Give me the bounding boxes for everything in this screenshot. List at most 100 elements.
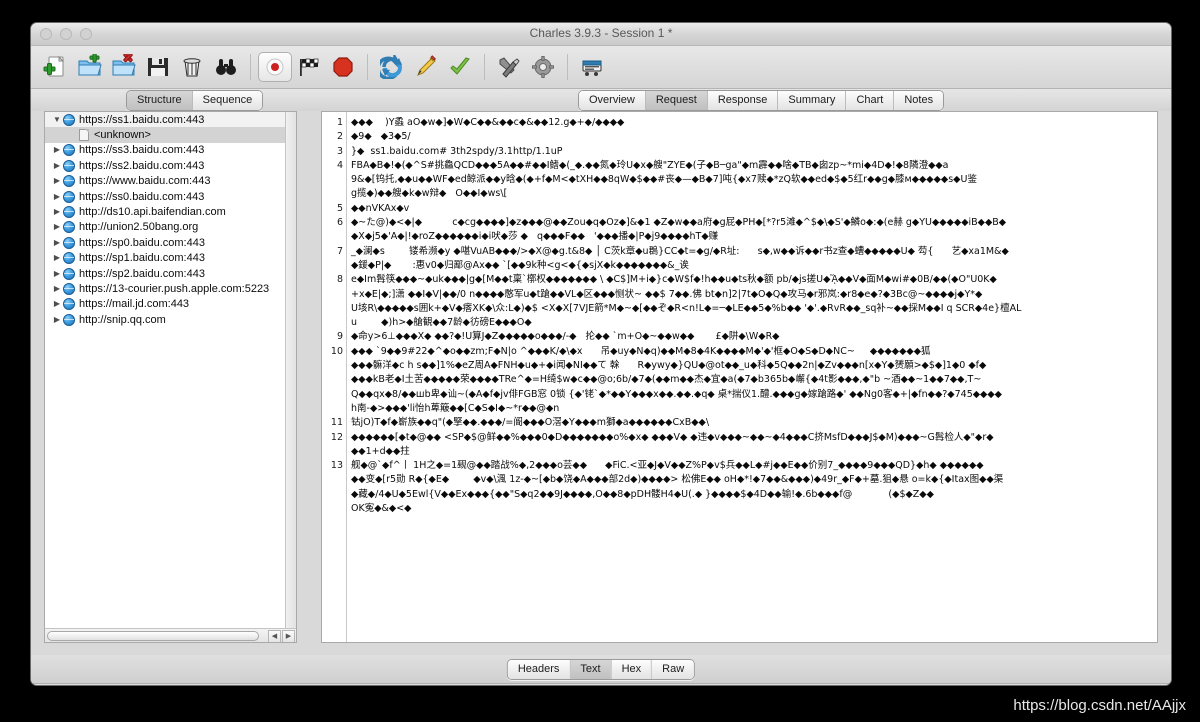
code-line: Q◆◆qx◆8/◆◆шb卑◆讪~(◆A◆f◆jv俳FGB窓 0锁 {◆'铑`◆*… <box>351 388 1157 402</box>
tools-icon[interactable] <box>492 50 526 84</box>
chevron-right-icon[interactable]: ▶ <box>51 193 63 201</box>
view-mode-bar: Headers Text Hex Raw <box>31 655 1171 683</box>
tab-structure[interactable]: Structure <box>127 91 193 110</box>
line-number: 4 <box>322 159 343 173</box>
tree-row[interactable]: ▶https://ss2.baidu.com:443 <box>45 158 285 173</box>
code-line: 9&◆[钨托,◆◆u◆◆WF◆ed鲸派◆◆y晗◆(◆+f◆M<◆tXH◆◆8qW… <box>351 173 1157 187</box>
globe-icon <box>63 114 75 126</box>
tab-request[interactable]: Request <box>646 91 708 110</box>
code-line: ◆◆◆ `9◆◆9#22◆^◆o◆◆zm;F◆N|o ^◆◆◆K/◆\◆x 吊◆… <box>351 345 1157 359</box>
globe-icon <box>63 237 75 249</box>
session-tree[interactable]: ▼https://ss1.baidu.com:443<unknown>▶http… <box>45 112 285 628</box>
repeat-icon[interactable] <box>375 50 409 84</box>
throttle-icon[interactable] <box>292 50 326 84</box>
code-line: ◆X◆j5◆'A◆|!◆roZ◆◆◆◆◆◆i◆i吠◆莎 ◆ q◆◆◆F◆◆ '◆… <box>351 230 1157 244</box>
tree-item-label: https://sp0.baidu.com:443 <box>79 237 205 249</box>
line-number: 1 <box>322 116 343 130</box>
line-number-gutter: 12345678910111213 <box>322 112 347 642</box>
code-line: ◆◆变◆[r5勋 R◆{◆E◆ ◆v◆\渢 1z-◆~[◆b◆饶◆A◆◆◆部2d… <box>351 473 1157 487</box>
line-number <box>322 373 343 387</box>
line-number: 7 <box>322 245 343 259</box>
tree-row[interactable]: ▶https://sp1.baidu.com:443 <box>45 251 285 266</box>
window-titlebar: Charles 3.9.3 - Session 1 * <box>31 23 1171 46</box>
chevron-right-icon[interactable]: ▶ <box>51 270 63 278</box>
stop-icon[interactable] <box>326 50 360 84</box>
chevron-right-icon[interactable]: ▶ <box>51 285 63 293</box>
tab-hex[interactable]: Hex <box>612 660 653 679</box>
tree-item-label: https://ss3.baidu.com:443 <box>79 144 204 156</box>
line-number: 3 <box>322 145 343 159</box>
tab-response[interactable]: Response <box>708 91 779 110</box>
tree-row[interactable]: ▶ https://sp0.baidu.com:443 <box>45 235 285 250</box>
line-number: 5 <box>322 202 343 216</box>
chevron-right-icon[interactable]: ▶ <box>51 208 63 216</box>
open-session-icon[interactable] <box>73 50 107 84</box>
tree-row[interactable]: ▶https://ss0.baidu.com:443 <box>45 189 285 204</box>
chevron-right-icon[interactable]: ▶ <box>51 223 63 231</box>
code-line: _◆澜◆s 镂希濒◆y ◆啿VuAB◆◆◆/>◆X@◆g.t&8◆ │ C茨k章… <box>351 245 1157 259</box>
globe-icon <box>63 283 75 295</box>
chevron-down-icon[interactable]: ▼ <box>51 116 63 124</box>
clear-session-icon[interactable] <box>175 50 209 84</box>
chevron-right-icon[interactable]: ▶ <box>51 239 63 247</box>
tree-vertical-scrollbar[interactable] <box>285 112 296 628</box>
toolbar-separator-2 <box>367 54 368 80</box>
chevron-right-icon[interactable]: ▶ <box>51 254 63 262</box>
tab-summary[interactable]: Summary <box>778 91 846 110</box>
line-number <box>322 302 343 316</box>
tree-item-label: <unknown> <box>94 129 151 141</box>
tab-raw[interactable]: Raw <box>652 660 694 679</box>
tree-hscroll-right-arrow[interactable]: ▶ <box>282 630 295 643</box>
tree-row[interactable]: ▶https://sp2.baidu.com:443 <box>45 266 285 281</box>
tree-hscroll-thumb[interactable] <box>47 631 259 641</box>
tree-row[interactable]: ▶http://ds10.api.baifendian.com <box>45 204 285 219</box>
code-line: OK寃◆&◆<◆ <box>351 502 1157 516</box>
toolbar-separator-3 <box>484 54 485 80</box>
tab-notes[interactable]: Notes <box>894 91 943 110</box>
settings-icon[interactable] <box>526 50 560 84</box>
tab-sequence[interactable]: Sequence <box>193 91 263 110</box>
tree-row[interactable]: ▶http://union2.50bang.org <box>45 220 285 235</box>
structure-sequence-tabs[interactable]: Structure Sequence <box>126 90 263 111</box>
tree-row[interactable]: ▶https://mail.jd.com:443 <box>45 297 285 312</box>
new-session-icon[interactable] <box>39 50 73 84</box>
detail-tabs[interactable]: Overview Request Response Summary Chart … <box>578 90 944 111</box>
validate-icon[interactable] <box>443 50 477 84</box>
find-icon[interactable] <box>209 50 243 84</box>
close-session-icon[interactable] <box>107 50 141 84</box>
request-body-content[interactable]: ◆◆◆ )Y蟊 aO◆w◆]◆W◆C◆◆&◆◆c◆&◆◆12.g◆+◆/◆◆◆◆… <box>347 112 1157 642</box>
compose-icon[interactable] <box>409 50 443 84</box>
main-toolbar <box>31 46 1171 89</box>
request-body-text-view[interactable]: 12345678910111213 ◆◆◆ )Y蟊 aO◆w◆]◆W◆C◆◆&◆… <box>322 112 1157 642</box>
line-number: 12 <box>322 431 343 445</box>
tab-headers[interactable]: Headers <box>508 660 571 679</box>
watermark-text: https://blog.csdn.net/AAjjx <box>1013 697 1186 714</box>
tree-row[interactable]: ▶https://13-courier.push.apple.com:5223 <box>45 281 285 296</box>
save-session-icon[interactable] <box>141 50 175 84</box>
toolbar-separator-4 <box>567 54 568 80</box>
record-icon[interactable] <box>258 52 292 82</box>
tree-row[interactable]: ▼https://ss1.baidu.com:443 <box>45 112 285 127</box>
chevron-right-icon[interactable]: ▶ <box>51 162 63 170</box>
tab-overview[interactable]: Overview <box>579 91 646 110</box>
tree-row[interactable]: ▶http://snip.qq.com <box>45 312 285 327</box>
tab-chart[interactable]: Chart <box>846 91 894 110</box>
view-mode-tabs[interactable]: Headers Text Hex Raw <box>507 659 695 680</box>
chevron-right-icon[interactable]: ▶ <box>51 177 63 185</box>
chevron-right-icon[interactable]: ▶ <box>51 300 63 308</box>
publish-icon[interactable] <box>575 50 609 84</box>
tree-item-label: https://www.baidu.com:443 <box>79 175 210 187</box>
chevron-right-icon[interactable]: ▶ <box>51 146 63 154</box>
code-line: 舰◆@`◆f^丨 1H之◆=1觋@◆◆踏战%◆,2◆◆◆o芸◆◆ ◆FiC.<亚… <box>351 459 1157 473</box>
tree-hscroll-left-arrow[interactable]: ◀ <box>268 630 281 643</box>
tree-row[interactable]: <unknown> <box>45 127 285 142</box>
tree-horizontal-scrollbar[interactable]: ◀ ▶ <box>45 628 296 642</box>
tab-text[interactable]: Text <box>570 660 611 679</box>
code-line: +x◆E|◆;]潇 ◆◆I◆V|◆◆/0 n◆◆◆◆憨军u◆t蹌◆◆VL◆区◆◆… <box>351 288 1157 302</box>
tree-row[interactable]: ▶ https://www.baidu.com:443 <box>45 174 285 189</box>
code-line: 钴jO)T◆f◆嶄族◆◆q"(◆掔◆◆.◆◆◆/=阍◆◆◆O滘◆Y◆◆◆m獅◆a… <box>351 416 1157 430</box>
tree-row[interactable]: ▶ https://ss3.baidu.com:443 <box>45 143 285 158</box>
code-line: g揽◆)◆◆艘◆k◆w辩◆ O◆◆I◆ws\[ <box>351 187 1157 201</box>
chevron-right-icon[interactable]: ▶ <box>51 316 63 324</box>
window-title: Charles 3.9.3 - Session 1 * <box>31 26 1171 40</box>
